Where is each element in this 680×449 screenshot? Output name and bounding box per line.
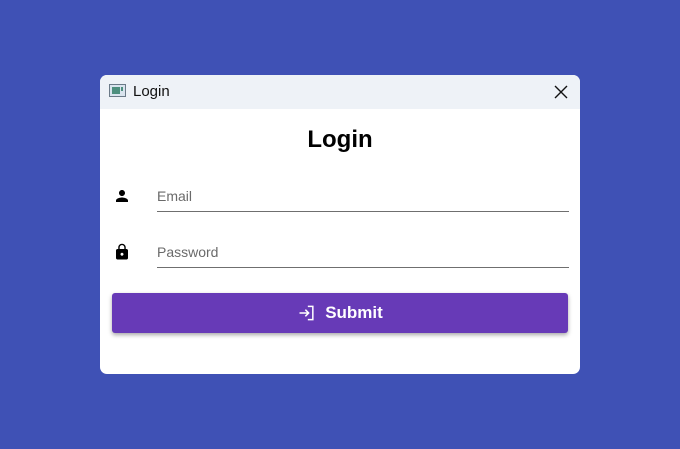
close-button[interactable] (548, 79, 574, 105)
login-icon (299, 305, 314, 321)
login-window: Login Login Submit (100, 75, 580, 374)
password-field[interactable] (157, 238, 569, 266)
submit-button[interactable]: Submit (112, 293, 568, 333)
close-icon (554, 85, 568, 99)
lock-icon (116, 243, 128, 260)
title-bar[interactable]: Login (100, 75, 580, 109)
window-title: Login (133, 83, 170, 100)
email-field[interactable] (157, 182, 569, 210)
submit-label: Submit (325, 303, 383, 322)
app-window-icon (109, 84, 126, 97)
person-icon (116, 190, 128, 202)
email-field-container (157, 182, 569, 212)
form-heading: Login (307, 126, 373, 153)
password-field-container (157, 238, 569, 268)
